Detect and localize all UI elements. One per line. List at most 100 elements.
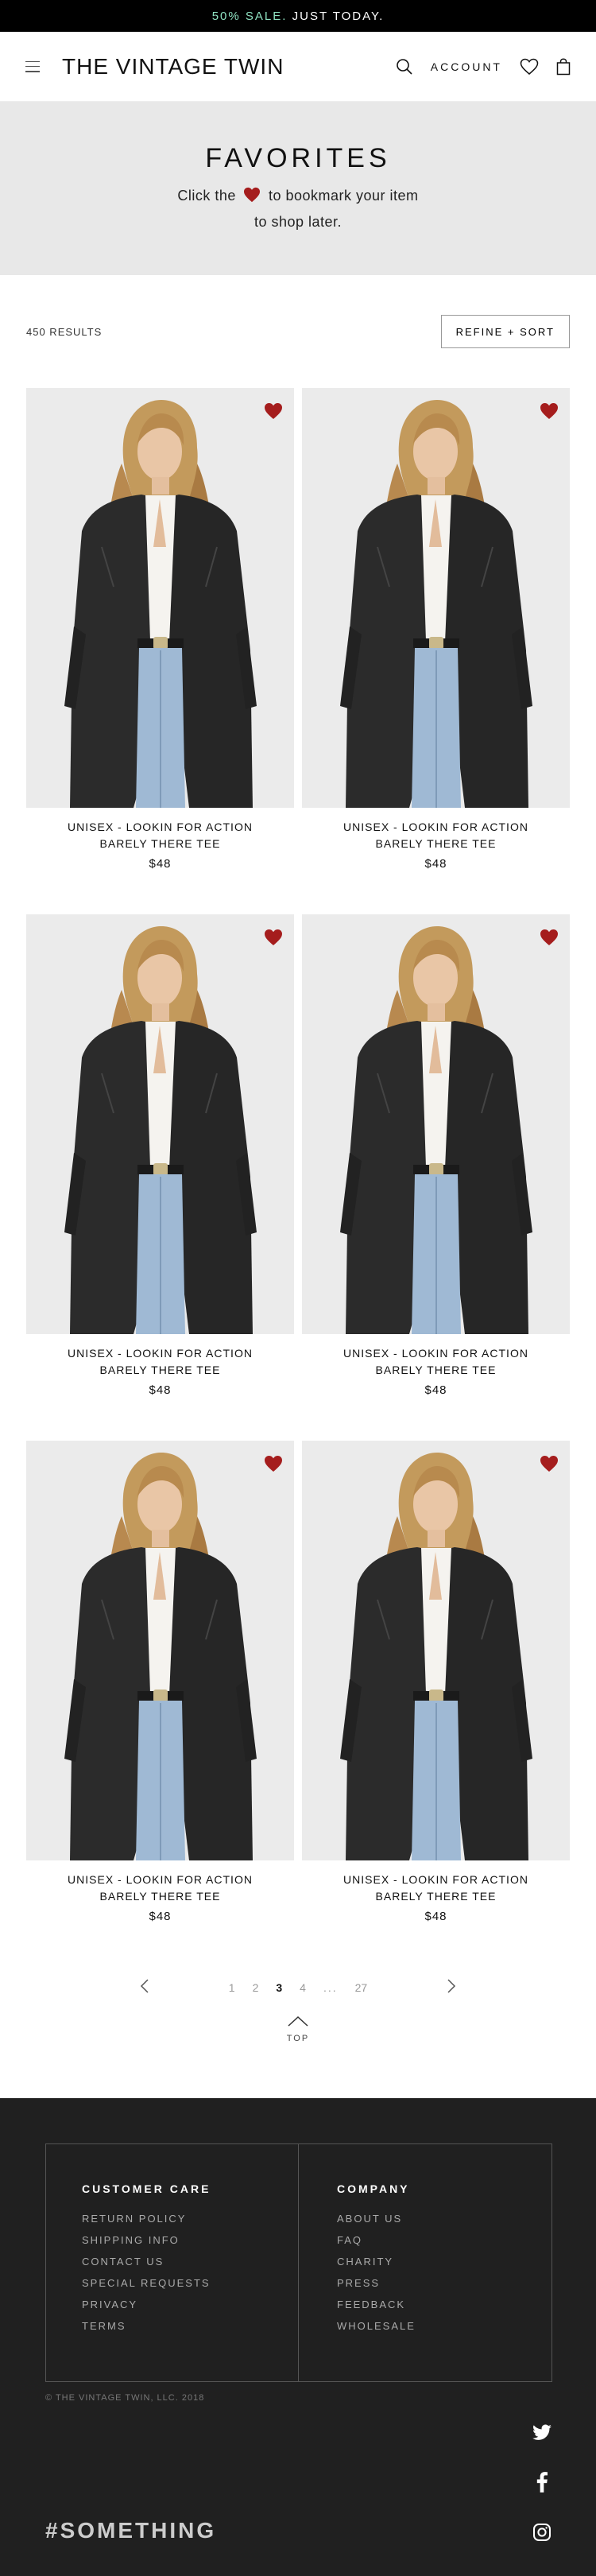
page-ellipsis: ... [323,1981,338,1994]
refine-sort-button[interactable]: REFINE + SORT [440,315,570,348]
footer-link[interactable]: RETURN POLICY [82,2208,298,2229]
product-card[interactable]: UNISEX - LOOKIN FOR ACTION BARELY THERE … [26,914,294,1397]
product-photo [26,914,294,1334]
customer-care-heading: CUSTOMER CARE [82,2182,211,2195]
hero-instructions: Click the to bookmark your item to shop … [177,184,418,234]
footer-link[interactable]: SHIPPING INFO [82,2229,298,2251]
page-numbers: 1 2 3 4... 27 [229,1981,367,1994]
copyright: © THE VINTAGE TWIN, LLC. 2018 [45,2393,205,2403]
page-link[interactable]: 1 [229,1981,235,1994]
heart-filled-icon[interactable] [264,402,283,424]
product-title[interactable]: UNISEX - LOOKIN FOR ACTION BARELY THERE … [65,1345,256,1379]
product-image[interactable] [302,1441,570,1860]
product-price: $48 [424,1383,447,1397]
product-info: UNISEX - LOOKIN FOR ACTION BARELY THERE … [302,1860,570,1923]
page-current[interactable]: 3 [276,1981,282,1994]
facebook-icon[interactable] [536,2472,548,2496]
product-photo [302,388,570,808]
product-price: $48 [149,1910,172,1923]
promo-highlight: 50% SALE. [211,9,288,23]
product-info: UNISEX - LOOKIN FOR ACTION BARELY THERE … [26,808,294,871]
product-title[interactable]: UNISEX - LOOKIN FOR ACTION BARELY THERE … [65,819,256,852]
product-title[interactable]: UNISEX - LOOKIN FOR ACTION BARELY THERE … [341,1872,532,1905]
footer-link[interactable]: PRIVACY [82,2294,298,2315]
top-label: TOP [286,2034,310,2043]
results-count: 450 RESULTS [26,325,103,338]
heart-filled-icon[interactable] [264,929,283,950]
hero-line2: to shop later. [253,214,343,230]
product-photo [302,914,570,1334]
hamburger-menu-icon[interactable] [25,60,40,72]
social-links [532,2424,552,2546]
header-actions: ACCOUNT [396,57,571,76]
twitter-icon[interactable] [532,2424,552,2446]
heart-outline-icon[interactable] [520,58,539,76]
company-column: COMPANY ABOUT US FAQ CHARITY PRESS FEEDBACK W… [299,2144,551,2381]
hero-line1-after: to bookmark your item [268,188,419,204]
product-price: $48 [149,1383,172,1397]
footer-link[interactable]: ABOUT US [337,2208,551,2229]
account-link[interactable]: ACCOUNT [431,60,502,73]
page-title: FAVORITES [205,143,391,173]
footer-link[interactable]: CHARITY [337,2251,551,2272]
results-bar: 450 RESULTS REFINE + SORT [0,275,596,388]
hashtag: #SOMETHING [45,2518,217,2543]
product-image[interactable] [26,1441,294,1860]
heart-filled-icon[interactable] [264,1455,283,1476]
company-heading: COMPANY [337,2182,410,2195]
back-to-top[interactable]: TOP [0,2015,596,2066]
product-image[interactable] [302,914,570,1334]
product-card[interactable]: UNISEX - LOOKIN FOR ACTION BARELY THERE … [302,388,570,871]
product-card[interactable]: UNISEX - LOOKIN FOR ACTION BARELY THERE … [26,1441,294,1923]
chevron-up-icon [288,2015,308,2031]
footer-link[interactable]: FEEDBACK [337,2294,551,2315]
site-logo[interactable]: THE VINTAGE TWIN [62,54,284,80]
product-title[interactable]: UNISEX - LOOKIN FOR ACTION BARELY THERE … [341,819,532,852]
page-link[interactable]: 4 [300,1981,306,1994]
heart-filled-icon[interactable] [540,929,559,950]
favorites-hero: FAVORITES Click the to bookmark your ite… [0,102,596,275]
search-icon[interactable] [396,58,413,76]
product-card[interactable]: UNISEX - LOOKIN FOR ACTION BARELY THERE … [302,914,570,1397]
product-image[interactable] [26,388,294,808]
product-photo [302,1441,570,1860]
heart-filled-icon[interactable] [540,1455,559,1476]
site-header: THE VINTAGE TWIN ACCOUNT [0,32,596,102]
page-link[interactable]: 2 [253,1981,259,1994]
chevron-right-icon[interactable] [447,1978,456,1997]
customer-care-column: CUSTOMER CARE RETURN POLICY SHIPPING INFO… [46,2144,299,2381]
product-price: $48 [149,857,172,871]
footer-link[interactable]: WHOLESALE [337,2315,551,2337]
product-image[interactable] [302,388,570,808]
footer-links-box: CUSTOMER CARE RETURN POLICY SHIPPING INFO… [45,2143,552,2382]
product-grid: UNISEX - LOOKIN FOR ACTION BARELY THERE … [0,388,596,1923]
product-title[interactable]: UNISEX - LOOKIN FOR ACTION BARELY THERE … [65,1872,256,1905]
footer-link[interactable]: FAQ [337,2229,551,2251]
instagram-icon[interactable] [532,2523,551,2546]
promo-text: JUST TODAY. [287,9,385,23]
promo-banner: 50% SALE. JUST TODAY. [0,0,596,32]
product-card[interactable]: UNISEX - LOOKIN FOR ACTION BARELY THERE … [302,1441,570,1923]
shopping-bag-icon[interactable] [556,57,571,76]
product-info: UNISEX - LOOKIN FOR ACTION BARELY THERE … [26,1334,294,1397]
product-price: $48 [424,1910,447,1923]
footer-link[interactable]: CONTACT US [82,2251,298,2272]
pagination: 1 2 3 4... 27 [0,1976,596,2000]
page-link[interactable]: 27 [355,1981,368,1994]
product-info: UNISEX - LOOKIN FOR ACTION BARELY THERE … [302,1334,570,1397]
product-image[interactable] [26,914,294,1334]
product-title[interactable]: UNISEX - LOOKIN FOR ACTION BARELY THERE … [341,1345,532,1379]
product-info: UNISEX - LOOKIN FOR ACTION BARELY THERE … [26,1860,294,1923]
footer-link[interactable]: SPECIAL REQUESTS [82,2272,298,2294]
footer-link[interactable]: PRESS [337,2272,551,2294]
footer-link[interactable]: TERMS [82,2315,298,2337]
product-info: UNISEX - LOOKIN FOR ACTION BARELY THERE … [302,808,570,871]
heart-filled-icon [243,186,261,210]
product-price: $48 [424,857,447,871]
heart-filled-icon[interactable] [540,402,559,424]
chevron-left-icon[interactable] [140,1978,149,1997]
product-photo [26,388,294,808]
product-photo [26,1441,294,1860]
hero-line1-before: Click the [177,188,236,204]
product-card[interactable]: UNISEX - LOOKIN FOR ACTION BARELY THERE … [26,388,294,871]
